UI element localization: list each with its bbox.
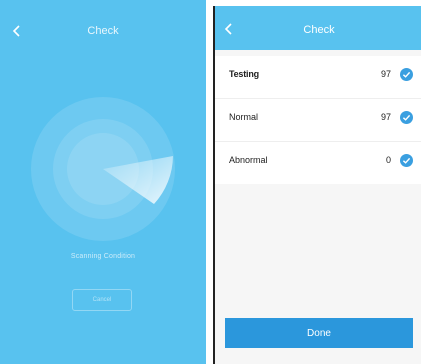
- cancel-button[interactable]: Cancel: [72, 289, 132, 311]
- row-value: 97: [380, 69, 391, 79]
- radar-scan-graphic: [31, 97, 175, 241]
- list-item: Normal 97: [215, 99, 421, 142]
- row-label: Normal: [229, 112, 259, 122]
- results-list: Testing 97 Normal 97 Abnormal 0: [215, 56, 421, 184]
- row-value: 0: [385, 155, 391, 165]
- list-item: Abnormal 0: [215, 142, 421, 184]
- check-results-screen: Check Testing 97 Normal 97 Abnormal 0 Do…: [213, 6, 421, 364]
- screen-title: Check: [87, 25, 119, 37]
- check-circle-icon: [400, 154, 413, 167]
- row-label: Testing: [229, 69, 259, 79]
- row-value: 97: [380, 112, 391, 122]
- done-button[interactable]: Done: [225, 318, 413, 348]
- check-circle-icon: [400, 68, 413, 81]
- row-label: Abnormal: [229, 155, 268, 165]
- check-circle-icon: [400, 111, 413, 124]
- list-item: Testing 97: [215, 56, 421, 99]
- scan-status-text: Scanning Condition: [70, 253, 136, 260]
- scan-screen: Check Scanning Condition Cancel: [0, 0, 206, 364]
- screen-title: Check: [303, 24, 335, 36]
